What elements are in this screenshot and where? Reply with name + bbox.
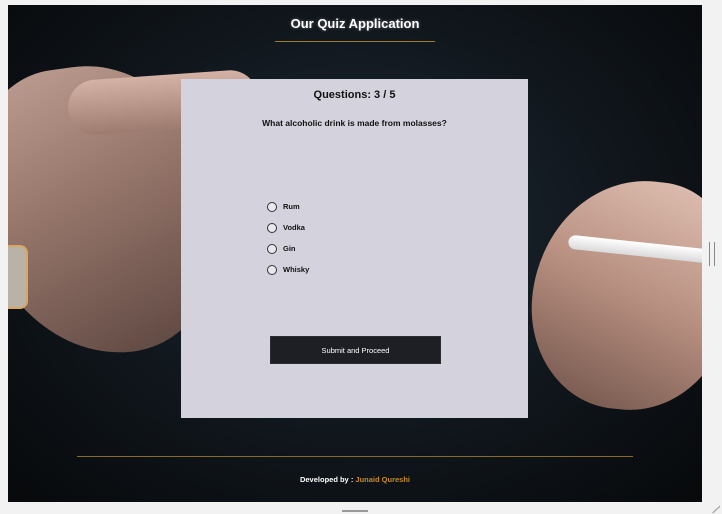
option-whisky[interactable]: Whisky (267, 259, 309, 280)
background-watch (8, 245, 28, 309)
quiz-card: Questions: 3 / 5 What alcoholic drink is… (181, 79, 528, 418)
question-text: What alcoholic drink is made from molass… (262, 118, 447, 128)
option-label: Vodka (283, 223, 305, 232)
answer-options: Rum Vodka Gin Whisky (267, 196, 309, 280)
resize-grip-icon[interactable] (710, 503, 720, 513)
author-name: Junaid Qureshi (355, 475, 411, 484)
option-label: Gin (283, 244, 296, 253)
footer-divider (77, 456, 633, 457)
question-counter: Questions: 3 / 5 (313, 89, 396, 101)
page-title: Our Quiz Application (290, 16, 420, 31)
radio-button[interactable] (267, 264, 277, 275)
option-vodka[interactable]: Vodka (267, 217, 309, 238)
page-viewport: Our Quiz Application Questions: 3 / 5 Wh… (8, 5, 702, 502)
radio-button[interactable] (267, 201, 277, 212)
radio-button[interactable] (267, 222, 277, 233)
header-divider (275, 41, 435, 42)
submit-button[interactable]: Submit and Proceed (270, 336, 441, 364)
option-label: Whisky (283, 265, 310, 274)
option-label: Rum (283, 202, 300, 211)
footer-prefix: Developed by : (299, 475, 356, 484)
footer-credit: Developed by : Junaid Qureshi (8, 475, 702, 484)
resize-handle-bottom[interactable] (342, 510, 368, 512)
background-hand-right (521, 170, 702, 420)
option-gin[interactable]: Gin (267, 238, 309, 259)
option-rum[interactable]: Rum (267, 196, 309, 217)
scrollbar-handle[interactable] (709, 242, 715, 266)
radio-button[interactable] (267, 243, 277, 254)
